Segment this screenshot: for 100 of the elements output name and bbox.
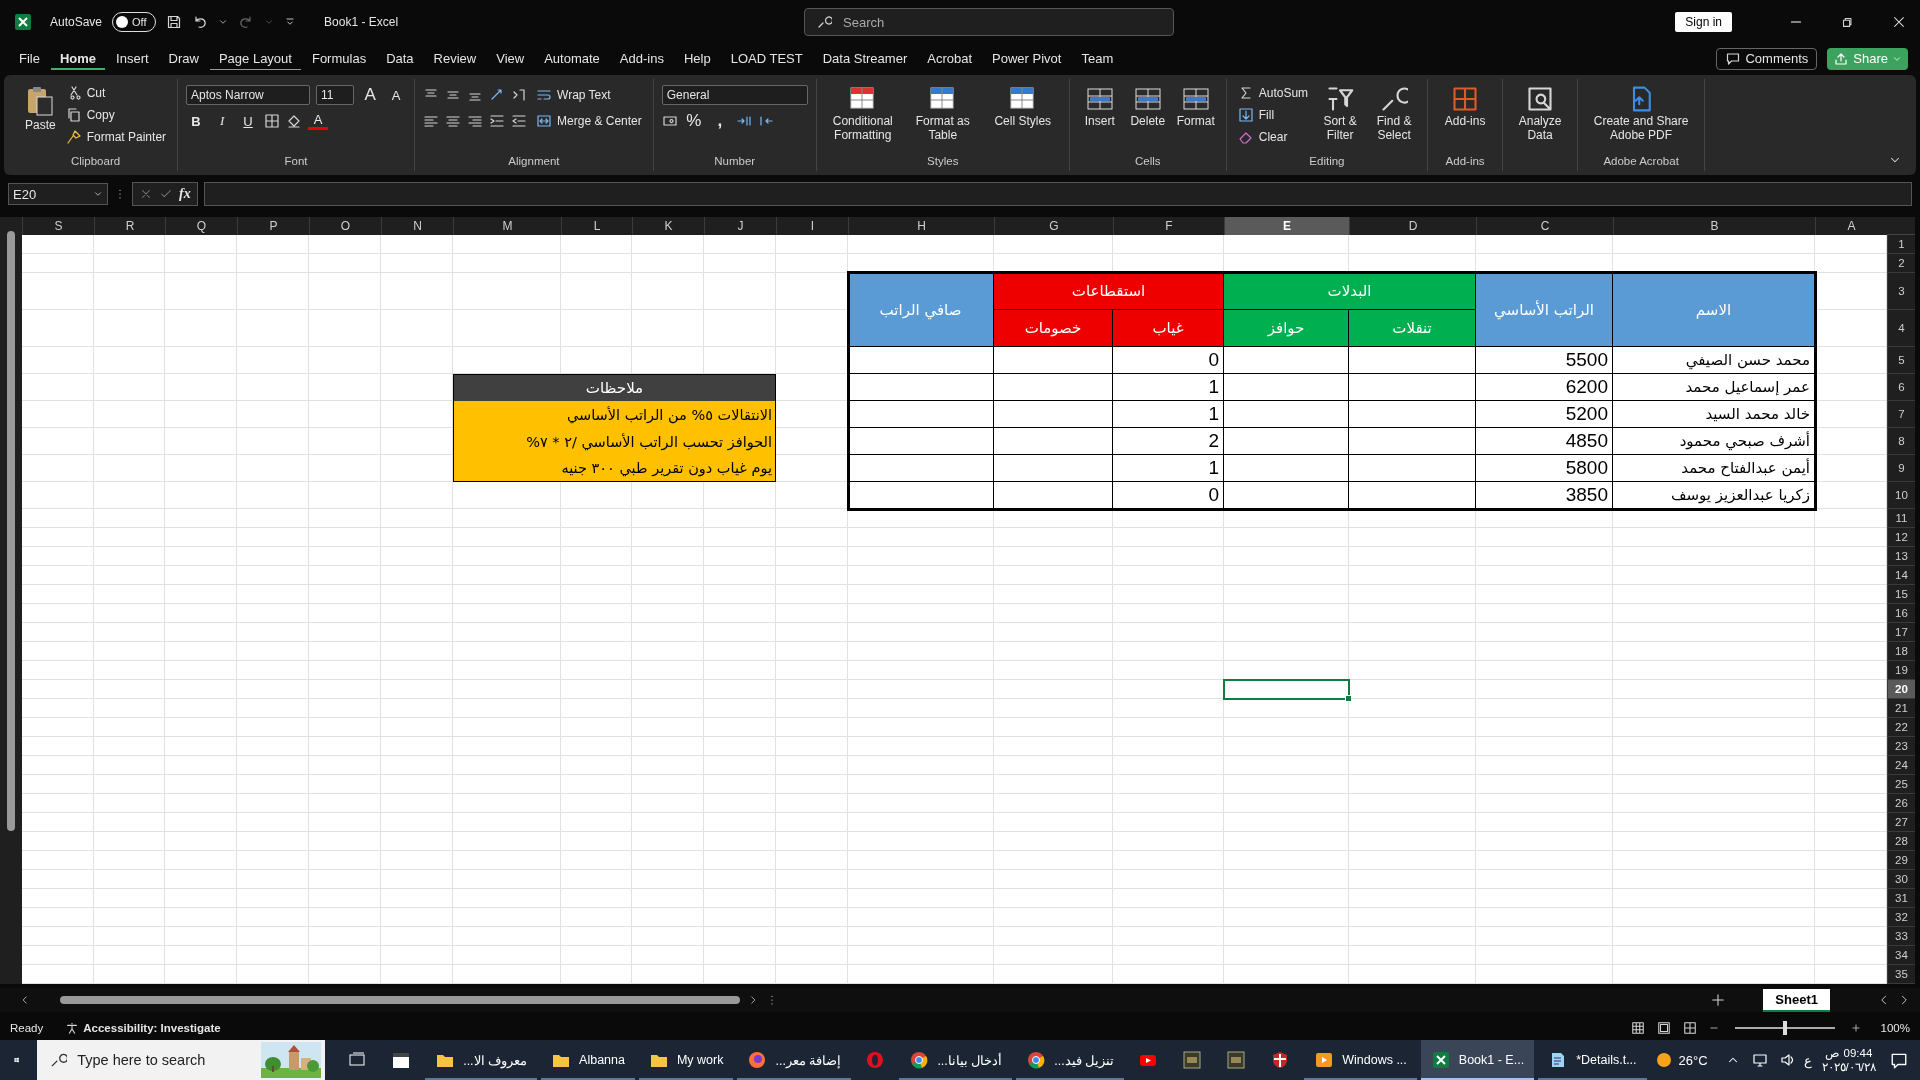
row-header[interactable]: 8 [1887, 428, 1915, 455]
column-header[interactable]: G [994, 217, 1113, 235]
row-header[interactable]: 14 [1887, 566, 1915, 585]
cut-button[interactable]: Cut [62, 83, 170, 103]
find-select-button[interactable]: Find & Select [1369, 83, 1420, 145]
formula-input[interactable] [203, 182, 1912, 206]
taskbar-button[interactable]: معروف الا... [425, 1040, 538, 1080]
ribbon-tab[interactable]: Home [50, 47, 106, 71]
column-header[interactable]: M [453, 217, 561, 235]
ribbon-tab[interactable]: Acrobat [918, 47, 982, 71]
ribbon-tab[interactable]: File [10, 47, 49, 71]
ribbon-tab[interactable]: Automate [535, 47, 609, 71]
column-header[interactable]: L [561, 217, 632, 235]
insert-function-button[interactable]: fx [179, 186, 191, 202]
cells-button[interactable]: Format [1173, 83, 1218, 131]
column-header[interactable]: P [237, 217, 309, 235]
row-header[interactable]: 34 [1887, 946, 1915, 965]
taskbar-button[interactable]: *Details.t... [1538, 1040, 1647, 1080]
language-indicator[interactable]: ع [1803, 1052, 1812, 1068]
row-header[interactable]: 28 [1887, 832, 1915, 851]
ribbon-tab[interactable]: Review [424, 47, 486, 71]
comma-style-button[interactable]: , [709, 111, 730, 131]
styles-button[interactable]: Conditional Formatting [824, 83, 901, 145]
column-header[interactable]: C [1476, 217, 1613, 235]
increase-font-button[interactable]: A [360, 85, 381, 105]
format-painter-button[interactable]: Format Painter [62, 127, 170, 147]
taskbar-button[interactable]: My work [638, 1040, 734, 1080]
row-header[interactable]: 22 [1887, 718, 1915, 737]
sign-in-button[interactable]: Sign in [1675, 12, 1732, 33]
row-header[interactable]: 19 [1887, 661, 1915, 680]
cell-cursor[interactable] [1223, 679, 1350, 700]
row-header[interactable]: 6 [1887, 374, 1915, 401]
row-header[interactable]: 1 [1887, 235, 1915, 254]
taskbar-button[interactable]: أدخال بيانا... [899, 1040, 1013, 1080]
column-header[interactable]: Q [165, 217, 237, 235]
row-header[interactable]: 16 [1887, 604, 1915, 623]
row-header[interactable]: 27 [1887, 813, 1915, 832]
horizontal-scrollbar[interactable] [60, 996, 740, 1004]
comments-button[interactable]: Comments [1716, 47, 1818, 70]
decrease-font-button[interactable]: A [386, 85, 407, 105]
font-name-dropdown[interactable]: Aptos Narrow [186, 85, 311, 105]
column-header[interactable]: H [848, 217, 994, 235]
row-header[interactable]: 24 [1887, 756, 1915, 775]
search-field[interactable]: Search [804, 8, 1175, 37]
row-header[interactable]: 23 [1887, 737, 1915, 756]
cells-button[interactable]: Delete [1125, 83, 1170, 131]
styles-button[interactable]: Format as Table [904, 83, 981, 145]
row-header[interactable]: 26 [1887, 794, 1915, 813]
ribbon-tab[interactable]: Power Pivot [983, 47, 1071, 71]
styles-button[interactable]: Cell Styles [984, 83, 1061, 131]
fill-button[interactable]: Fill [1234, 105, 1312, 125]
column-header[interactable]: E [1224, 217, 1349, 235]
autosum-button[interactable]: AutoSum [1234, 83, 1312, 103]
ribbon-tab[interactable]: Draw [159, 47, 208, 71]
column-header[interactable]: K [632, 217, 704, 235]
row-header[interactable]: 11 [1887, 509, 1915, 528]
row-header[interactable]: 18 [1887, 642, 1915, 661]
vertical-scrollbar[interactable] [0, 217, 22, 984]
row-header[interactable]: 35 [1887, 965, 1915, 984]
wrap-text-button[interactable]: Wrap Text [533, 85, 614, 105]
bold-button[interactable]: B [186, 111, 207, 131]
clock[interactable]: 09:44 ص ٢٠٢٥/٠٦/٢٨ [1821, 1046, 1876, 1074]
sort-filter-button[interactable]: Sort & Filter [1315, 83, 1366, 145]
paste-button[interactable]: Paste [22, 83, 59, 135]
column-header[interactable]: F [1113, 217, 1224, 235]
italic-button[interactable]: I [212, 111, 233, 131]
weather-widget[interactable]: 26°C [1654, 1051, 1708, 1069]
ribbon-tab[interactable]: Formulas [302, 47, 376, 71]
row-header[interactable]: 12 [1887, 528, 1915, 547]
create-pdf-button[interactable]: Create and Share Adobe PDF [1586, 83, 1697, 145]
taskbar-button[interactable]: تنزيل فيد... [1016, 1040, 1125, 1080]
number-format-dropdown[interactable]: General [661, 85, 808, 105]
underline-button[interactable]: U [238, 111, 259, 131]
row-header[interactable]: 30 [1887, 870, 1915, 889]
taskbar-button[interactable]: Book1 - E... [1420, 1040, 1535, 1080]
column-header[interactable]: O [309, 217, 381, 235]
ribbon-tab[interactable]: Page Layout [209, 47, 301, 71]
row-header[interactable]: 9 [1887, 455, 1915, 482]
accessibility-button[interactable]: Accessibility: Investigate [65, 1021, 221, 1035]
ribbon-tab[interactable]: Insert [107, 47, 158, 71]
row-header[interactable]: 3 [1887, 273, 1915, 310]
row-header[interactable]: 20 [1887, 680, 1915, 699]
row-header[interactable]: 2 [1887, 254, 1915, 273]
row-header[interactable]: 29 [1887, 851, 1915, 870]
sheet-tab[interactable]: Sheet1 [1763, 988, 1830, 1012]
row-header[interactable]: 7 [1887, 401, 1915, 428]
row-header[interactable]: 4 [1887, 310, 1915, 347]
column-header[interactable]: I [776, 217, 848, 235]
row-header[interactable]: 31 [1887, 889, 1915, 908]
column-header[interactable]: R [94, 217, 165, 235]
column-header[interactable]: J [704, 217, 776, 235]
merge-center-button[interactable]: Merge & Center [533, 111, 645, 131]
column-header[interactable]: N [381, 217, 453, 235]
copy-button[interactable]: Copy [62, 105, 170, 125]
column-header[interactable]: B [1613, 217, 1815, 235]
row-header[interactable]: 10 [1887, 482, 1915, 509]
ribbon-tab[interactable]: Team [1072, 47, 1123, 71]
ribbon-tab[interactable]: Data Streamer [813, 47, 917, 71]
taskbar-button[interactable]: Windows ... [1304, 1040, 1417, 1080]
font-size-dropdown[interactable]: 11 [316, 85, 355, 105]
